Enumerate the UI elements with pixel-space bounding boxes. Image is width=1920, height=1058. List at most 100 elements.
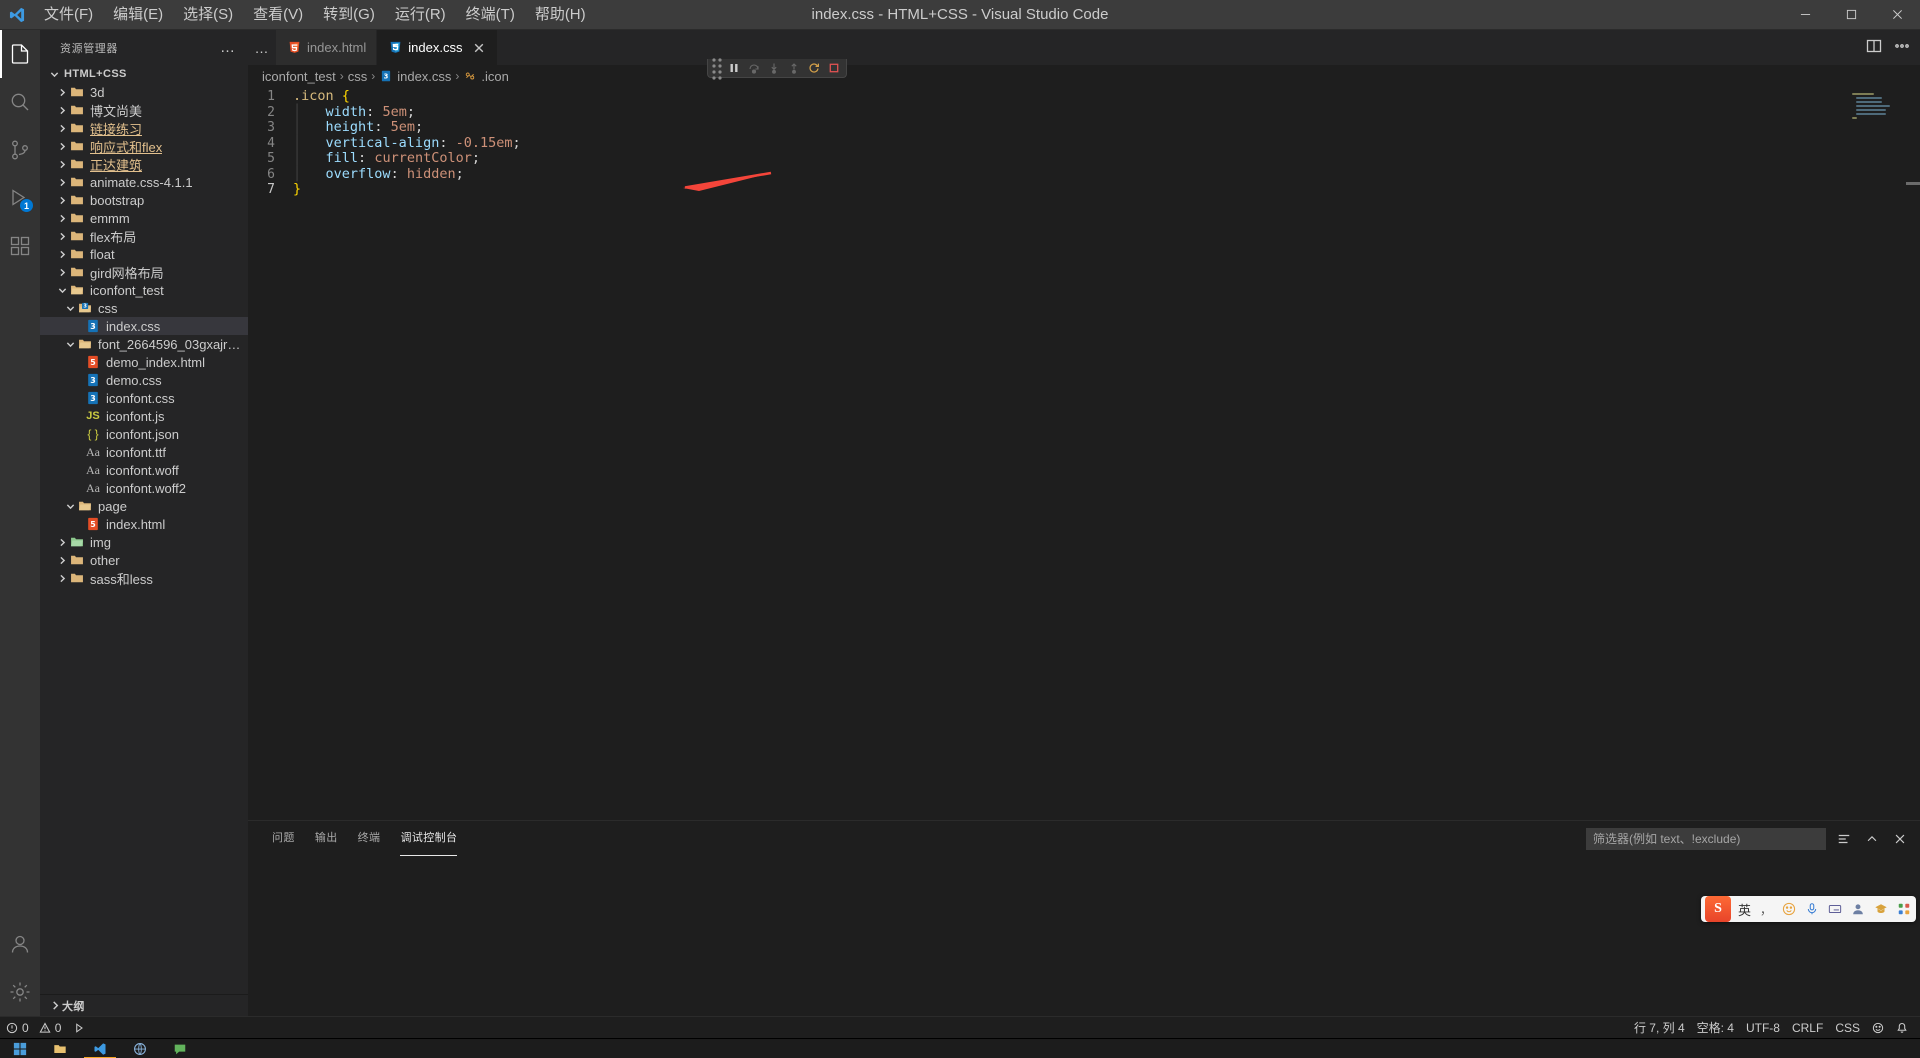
maximize-icon[interactable] bbox=[1828, 0, 1874, 30]
panel-tab-problems[interactable]: 问题 bbox=[262, 821, 305, 856]
panel-tab-terminal[interactable]: 终端 bbox=[348, 821, 391, 856]
debug-toolbar[interactable] bbox=[707, 56, 847, 80]
taskbar-explorer-icon[interactable] bbox=[40, 1039, 80, 1058]
status-language-mode[interactable]: CSS bbox=[1829, 1017, 1866, 1039]
debug-step-into-button[interactable] bbox=[765, 60, 783, 77]
status-eol[interactable]: CRLF bbox=[1786, 1017, 1829, 1039]
tree-row-demo_index.html[interactable]: 5 demo_index.html bbox=[40, 353, 248, 371]
code-line[interactable]: 1 .icon { bbox=[248, 88, 1920, 105]
tree-row-bootstrap[interactable]: bootstrap bbox=[40, 191, 248, 209]
activity-search[interactable] bbox=[0, 78, 40, 126]
debug-restart-button[interactable] bbox=[805, 60, 823, 77]
tree-row-emmm[interactable]: emmm bbox=[40, 209, 248, 227]
code-editor[interactable]: 1 .icon {2 │ width: 5em; 3 │ height: 5em; 4 │ … bbox=[248, 87, 1920, 820]
emoji-icon[interactable] bbox=[1781, 901, 1797, 917]
tree-row-animate.css-4.1.1[interactable]: animate.css-4.1.1 bbox=[40, 173, 248, 191]
status-feedback[interactable] bbox=[1866, 1017, 1890, 1039]
panel-tab-output[interactable]: 输出 bbox=[305, 821, 348, 856]
chevron-up-icon[interactable] bbox=[1862, 829, 1882, 849]
status-encoding[interactable]: UTF-8 bbox=[1740, 1017, 1786, 1039]
tree-row-iconfont_test[interactable]: iconfont_test bbox=[40, 281, 248, 299]
status-cursor-position[interactable]: 行 7, 列 4 bbox=[1628, 1017, 1691, 1039]
debug-pause-button[interactable] bbox=[725, 60, 743, 77]
tree-row-sass和less[interactable]: sass和less bbox=[40, 569, 248, 587]
tree-row-float[interactable]: float bbox=[40, 245, 248, 263]
breadcrumb-item-0[interactable]: iconfont_test bbox=[262, 69, 336, 84]
code-line[interactable]: 3 │ height: 5em; bbox=[248, 119, 1920, 136]
activity-source-control[interactable] bbox=[0, 126, 40, 174]
breadcrumb-item-2[interactable]: 3 index.css bbox=[379, 69, 451, 84]
breadcrumb-item-3[interactable]: .icon bbox=[463, 69, 509, 84]
outline-section-header[interactable]: 大纲 bbox=[40, 994, 248, 1016]
tree-row-font_2664596_03gxajr1ogq6[interactable]: font_2664596_03gxajr1ogq6 bbox=[40, 335, 248, 353]
status-indentation[interactable]: 空格: 4 bbox=[1691, 1017, 1740, 1039]
activity-explorer[interactable] bbox=[0, 30, 40, 78]
debug-stop-button[interactable] bbox=[825, 60, 843, 77]
close-icon[interactable] bbox=[1890, 829, 1910, 849]
tree-row-3d[interactable]: 3d bbox=[40, 83, 248, 101]
debug-step-out-button[interactable] bbox=[785, 60, 803, 77]
tree-row-iconfont.woff2[interactable]: Aa iconfont.woff2 bbox=[40, 479, 248, 497]
taskbar-browser-icon[interactable] bbox=[120, 1039, 160, 1058]
code-line[interactable]: 6 │ overflow: hidden; bbox=[248, 166, 1920, 183]
taskbar-start-icon[interactable] bbox=[0, 1039, 40, 1058]
tree-row-iconfont.css[interactable]: 3 iconfont.css bbox=[40, 389, 248, 407]
tree-row-demo.css[interactable]: 3 demo.css bbox=[40, 371, 248, 389]
tree-row-iconfont.js[interactable]: JS iconfont.js bbox=[40, 407, 248, 425]
split-editor-icon[interactable] bbox=[1866, 38, 1882, 58]
tree-row-iconfont.ttf[interactable]: Aa iconfont.ttf bbox=[40, 443, 248, 461]
tab-index-html[interactable]: index.html bbox=[276, 30, 378, 65]
ime-toolbar[interactable]: S 英 ， bbox=[1700, 896, 1916, 922]
tab-overflow-icon[interactable]: … bbox=[248, 30, 276, 65]
console-filter-input[interactable]: 筛选器(例如 text、!exclude) bbox=[1586, 827, 1826, 850]
apps-icon[interactable] bbox=[1896, 901, 1912, 917]
status-notifications[interactable] bbox=[1890, 1017, 1914, 1039]
menu-go[interactable]: 转到(G) bbox=[313, 0, 385, 30]
menu-edit[interactable]: 编辑(E) bbox=[103, 0, 173, 30]
tree-row-index.css[interactable]: 3 index.css bbox=[40, 317, 248, 335]
status-debug[interactable] bbox=[67, 1017, 91, 1039]
breadcrumb[interactable]: iconfont_test › css › 3 index.css › .icon bbox=[248, 65, 1920, 87]
activity-extensions[interactable] bbox=[0, 222, 40, 270]
clear-console-icon[interactable] bbox=[1834, 829, 1854, 849]
menu-terminal[interactable]: 终端(T) bbox=[456, 0, 525, 30]
explorer-tree[interactable]: HTML+CSS 3d 博文尚美 链接练习 响应式和flex 正达建筑 animate.cs… bbox=[40, 65, 248, 994]
grip-icon[interactable] bbox=[711, 56, 723, 80]
mic-icon[interactable] bbox=[1804, 901, 1820, 917]
code-content[interactable]: 1 .icon {2 │ width: 5em; 3 │ height: 5em; 4 │ … bbox=[248, 87, 1920, 820]
tab-close-icon[interactable] bbox=[471, 40, 487, 56]
tree-row-链接练习[interactable]: 链接练习 bbox=[40, 119, 248, 137]
hat-icon[interactable] bbox=[1873, 901, 1889, 917]
tree-row-正达建筑[interactable]: 正达建筑 bbox=[40, 155, 248, 173]
breadcrumb-item-1[interactable]: css bbox=[348, 69, 368, 84]
keyboard-icon[interactable] bbox=[1827, 901, 1843, 917]
menu-run[interactable]: 运行(R) bbox=[385, 0, 456, 30]
code-line[interactable]: 7} bbox=[248, 181, 1920, 198]
tab-index-css[interactable]: index.css bbox=[377, 30, 499, 65]
tree-row-gird网格布局[interactable]: gird网格布局 bbox=[40, 263, 248, 281]
activity-settings[interactable] bbox=[0, 968, 40, 1016]
tree-row-iconfont.json[interactable]: { } iconfont.json bbox=[40, 425, 248, 443]
activity-accounts[interactable] bbox=[0, 920, 40, 968]
menu-help[interactable]: 帮助(H) bbox=[525, 0, 596, 30]
comma-icon[interactable]: ， bbox=[1758, 901, 1774, 917]
tree-row-html+css[interactable]: HTML+CSS bbox=[40, 65, 248, 83]
tree-row-flex布局[interactable]: flex布局 bbox=[40, 227, 248, 245]
activity-run-debug[interactable]: 1 bbox=[0, 174, 40, 222]
menu-view[interactable]: 查看(V) bbox=[243, 0, 313, 30]
code-line[interactable]: 5 │ fill: currentColor; bbox=[248, 150, 1920, 167]
minimap[interactable] bbox=[1846, 87, 1906, 820]
sidebar-more-icon[interactable]: … bbox=[214, 40, 242, 55]
debug-console-output[interactable]: S 英 ， bbox=[248, 856, 1920, 1016]
close-icon[interactable] bbox=[1874, 0, 1920, 30]
code-line[interactable]: 2 │ width: 5em; bbox=[248, 104, 1920, 121]
tree-row-iconfont.woff[interactable]: Aa iconfont.woff bbox=[40, 461, 248, 479]
status-errors[interactable]: 0 0 bbox=[0, 1017, 67, 1039]
taskbar-vscode-icon[interactable] bbox=[80, 1039, 120, 1058]
code-line[interactable]: 4 │ vertical-align: -0.15em; bbox=[248, 135, 1920, 152]
debug-step-over-button[interactable] bbox=[745, 60, 763, 77]
more-actions-icon[interactable] bbox=[1894, 38, 1910, 58]
tree-row-博文尚美[interactable]: 博文尚美 bbox=[40, 101, 248, 119]
editor-vertical-scrollbar[interactable] bbox=[1906, 87, 1920, 820]
menu-file[interactable]: 文件(F) bbox=[34, 0, 103, 30]
